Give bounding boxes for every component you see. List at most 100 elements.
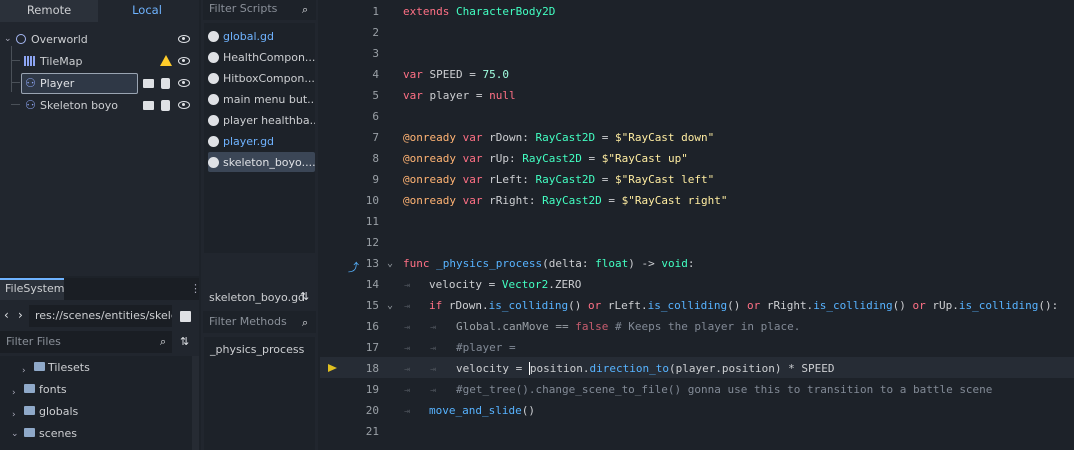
tree-node-tilemap[interactable]: TileMap: [0, 50, 199, 72]
method-item[interactable]: _physics_process: [210, 343, 304, 356]
gear-icon: [208, 72, 219, 84]
chevron-right-icon[interactable]: ›: [12, 410, 16, 420]
chevron-down-icon[interactable]: ⌄: [11, 429, 19, 439]
tab-indicator: ⇥: [430, 322, 437, 333]
script-item[interactable]: player.gd: [208, 131, 315, 151]
line-number: 7: [372, 131, 379, 144]
tree-node-skeleton-boyo[interactable]: ⚇ Skeleton boyo: [0, 94, 199, 116]
code-editor[interactable]: 1 2 3 4 5 6 7 8 9 10 11 12 13 14 15 16 1…: [320, 0, 1074, 450]
tab-indicator: ⇥: [430, 343, 437, 354]
code-line: var SPEED = 75.0: [403, 68, 509, 81]
sort-icon[interactable]: ⇅: [300, 290, 309, 303]
tab-indicator: ⇥: [430, 364, 437, 375]
chevron-right-icon[interactable]: ›: [22, 366, 26, 376]
fold-chevron-icon[interactable]: ⌄: [387, 258, 393, 269]
search-icon: ⌕: [160, 335, 167, 348]
scene-tabs: Remote Local: [0, 0, 199, 22]
code-line: @onready var rRight: RayCast2D = $"RayCa…: [403, 194, 728, 207]
tab-remote[interactable]: Remote: [0, 0, 98, 22]
scene-dock: Remote Local ⌄ Overworld TileMap ⚇ Playe…: [0, 0, 199, 276]
script-icon[interactable]: [161, 100, 170, 111]
code-line: #player =: [456, 341, 516, 354]
node-label: TileMap: [40, 54, 83, 68]
scene-instance-icon[interactable]: [143, 101, 154, 110]
tab-indicator: ⇥: [404, 385, 411, 396]
node2d-icon: [16, 34, 26, 44]
line-number: 9: [372, 173, 379, 186]
visibility-eye-icon[interactable]: [178, 79, 190, 87]
filter-scripts-input[interactable]: Filter Scripts: [203, 0, 316, 20]
script-list-panel: Filter Scripts ⌕ global.gd HealthCompon.…: [201, 0, 318, 450]
code-line: func _physics_process(delta: float) -> v…: [403, 257, 695, 270]
tab-filesystem[interactable]: FileSystem: [0, 278, 64, 300]
script-item[interactable]: main menu but...: [208, 89, 315, 109]
tab-indicator: ⇥: [404, 343, 411, 354]
script-item-selected[interactable]: skeleton_boyo....: [208, 152, 315, 172]
path-field[interactable]: res://scenes/entities/skeleto: [29, 305, 172, 327]
gear-icon: [208, 114, 219, 126]
node-label: Skeleton boyo: [40, 98, 119, 112]
code-line: @onready var rLeft: RayCast2D = $"RayCas…: [403, 173, 715, 186]
current-script-label: skeleton_boyo.gd: [209, 291, 306, 304]
sort-icon[interactable]: ⇅: [180, 335, 189, 348]
tab-indicator: ⇥: [404, 301, 411, 312]
search-icon: ⌕: [302, 316, 309, 329]
script-item[interactable]: HealthCompon...: [208, 47, 315, 67]
folder-label[interactable]: scenes: [39, 427, 77, 440]
line-number: 15: [365, 299, 379, 312]
script-item[interactable]: player healthba...: [208, 110, 315, 130]
code-line: if rDown.is_colliding() or rLeft.is_coll…: [429, 299, 1059, 312]
code-line: var player = null: [403, 89, 516, 102]
code-line: velocity = position.direction_to(player.…: [456, 362, 835, 375]
tree-node-overworld[interactable]: ⌄ Overworld: [0, 28, 199, 50]
line-number: 14: [365, 278, 379, 291]
characterbody-icon: ⚇: [25, 98, 36, 112]
line-number: 4: [372, 68, 379, 81]
search-icon: ⌕: [302, 3, 309, 16]
folder-label[interactable]: globals: [39, 405, 78, 418]
warning-icon[interactable]: [160, 55, 172, 66]
code-line: #get_tree().change_scene_to_file() gonna…: [456, 383, 993, 396]
folder-icon: [24, 384, 35, 393]
execution-pointer-icon: [328, 364, 337, 372]
visibility-eye-icon[interactable]: [178, 101, 190, 109]
chevron-right-icon[interactable]: ›: [12, 388, 16, 398]
history-back-icon[interactable]: ‹: [4, 308, 9, 322]
gear-icon: [208, 135, 219, 147]
code-line: @onready var rDown: RayCast2D = $"RayCas…: [403, 131, 715, 144]
scene-instance-icon[interactable]: [143, 79, 154, 88]
gear-icon: [208, 93, 219, 105]
characterbody-icon: ⚇: [25, 76, 36, 90]
tree-node-player[interactable]: ⚇ Player: [0, 72, 199, 94]
kebab-menu-icon[interactable]: ⋮: [190, 282, 201, 295]
line-number: 19: [365, 383, 379, 396]
line-number: 1: [372, 5, 379, 18]
folder-icon: [24, 428, 35, 437]
history-forward-icon[interactable]: ›: [18, 308, 23, 322]
tab-indicator: ⇥: [430, 385, 437, 396]
chevron-down-icon[interactable]: ⌄: [4, 34, 12, 44]
scrollbar[interactable]: [192, 356, 199, 450]
toggle-split-icon[interactable]: [180, 311, 191, 322]
line-number: 5: [372, 89, 379, 102]
line-number: 10: [365, 194, 379, 207]
fold-chevron-icon[interactable]: ⌄: [387, 300, 393, 311]
folder-icon: [34, 362, 45, 371]
visibility-eye-icon[interactable]: [178, 35, 190, 43]
visibility-eye-icon[interactable]: [178, 57, 190, 65]
tab-local[interactable]: Local: [98, 0, 196, 22]
code-line: @onready var rUp: RayCast2D = $"RayCast …: [403, 152, 688, 165]
method-override-icon[interactable]: ⤴: [348, 259, 359, 275]
script-item[interactable]: global.gd: [208, 26, 315, 46]
node-label: Player: [40, 76, 75, 90]
script-item[interactable]: HitboxCompon...: [208, 68, 315, 88]
code-line: move_and_slide(): [429, 404, 535, 417]
gear-icon: [208, 51, 219, 63]
folder-label[interactable]: fonts: [39, 383, 67, 396]
filter-files-input[interactable]: Filter Files: [0, 331, 172, 353]
script-icon[interactable]: [161, 78, 170, 89]
tab-indicator: ⇥: [404, 406, 411, 417]
folder-label[interactable]: Tilesets: [48, 361, 90, 374]
filter-methods-input[interactable]: Filter Methods: [203, 311, 316, 333]
line-number: 17: [365, 341, 379, 354]
